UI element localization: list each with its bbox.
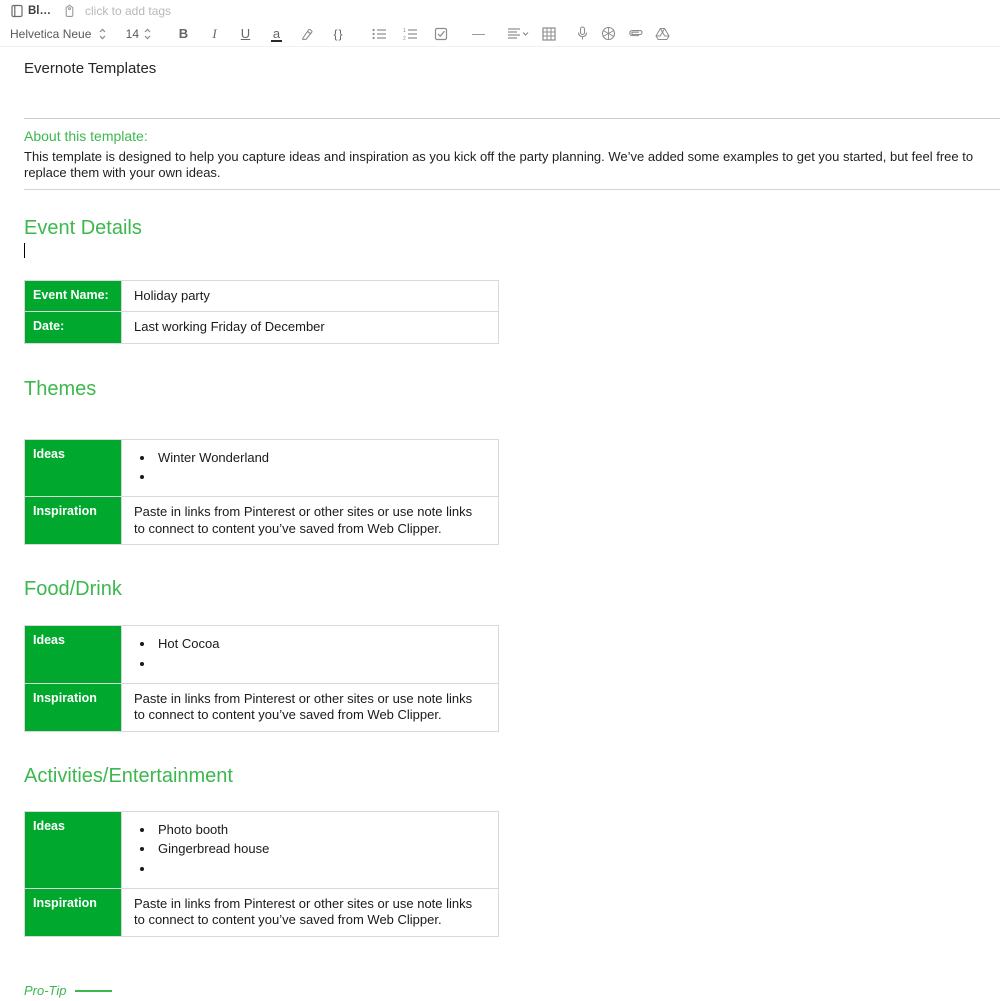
- font-family-value: Helvetica Neue: [10, 26, 92, 41]
- list-item[interactable]: Photo booth: [155, 822, 486, 839]
- add-tags-field[interactable]: click to add tags: [85, 4, 171, 18]
- font-size-select[interactable]: 14: [107, 27, 152, 41]
- section-heading-activities[interactable]: Activities/Entertainment: [24, 765, 1000, 788]
- inspiration-label-cell[interactable]: Inspiration: [24, 682, 122, 732]
- ideas-list: Photo booth Gingerbread house: [134, 822, 486, 878]
- list-item[interactable]: [155, 861, 486, 878]
- underline-button[interactable]: U: [238, 26, 253, 41]
- event-name-label-cell[interactable]: Event Name:: [24, 279, 122, 313]
- note-meta-bar: Bl… click to add tags: [0, 0, 1000, 21]
- align-left-icon[interactable]: [507, 27, 529, 40]
- divider: [24, 188, 1000, 190]
- camera-shutter-icon[interactable]: [601, 26, 616, 41]
- inspiration-value-cell[interactable]: Paste in links from Pinterest or other s…: [121, 495, 499, 546]
- highlighter-icon[interactable]: [300, 27, 315, 41]
- notebook-selector[interactable]: Bl…: [10, 4, 51, 18]
- formatting-toolbar: Helvetica Neue 14 B I U a {} 12 —: [0, 21, 1000, 47]
- event-name-value-cell[interactable]: Holiday party: [121, 279, 499, 313]
- ideas-list: Winter Wonderland: [134, 450, 486, 486]
- ideas-list: Hot Cocoa: [134, 636, 486, 672]
- tag-icon[interactable]: [63, 4, 76, 18]
- text-color-swatch: [271, 40, 282, 42]
- numbered-list-icon[interactable]: 12: [403, 28, 418, 40]
- horizontal-rule-button[interactable]: —: [472, 26, 485, 41]
- list-item[interactable]: Hot Cocoa: [155, 636, 486, 653]
- svg-text:2: 2: [403, 36, 406, 40]
- protip-rule: [74, 990, 112, 993]
- ideas-label-cell[interactable]: Ideas: [24, 625, 122, 684]
- italic-button[interactable]: I: [207, 26, 222, 42]
- microphone-icon[interactable]: [576, 26, 589, 41]
- table-row: Ideas Winter Wonderland: [24, 438, 499, 498]
- paperclip-icon[interactable]: [628, 26, 643, 41]
- font-family-select[interactable]: Helvetica Neue: [10, 27, 107, 41]
- table-row: Inspiration Paste in links from Pinteres…: [24, 887, 499, 937]
- ideas-label-cell[interactable]: Ideas: [24, 438, 122, 498]
- list-item[interactable]: [155, 656, 486, 673]
- google-drive-icon[interactable]: [655, 27, 670, 41]
- stepper-icon[interactable]: [143, 27, 152, 41]
- divider: [24, 118, 1000, 119]
- code-block-button[interactable]: {}: [331, 27, 346, 41]
- text-cursor: [24, 242, 25, 258]
- protip-heading: Pro-Tip: [24, 983, 1000, 998]
- ideas-value-cell[interactable]: Hot Cocoa: [121, 625, 499, 684]
- food-drink-table: Ideas Hot Cocoa Inspiration Paste in lin…: [24, 625, 499, 732]
- protip-label[interactable]: Pro-Tip: [24, 983, 67, 998]
- inspiration-value-cell[interactable]: Paste in links from Pinterest or other s…: [121, 682, 499, 732]
- font-size-value: 14: [125, 26, 139, 41]
- ideas-label-cell[interactable]: Ideas: [24, 810, 122, 889]
- stepper-icon[interactable]: [98, 27, 107, 41]
- inspiration-label-cell[interactable]: Inspiration: [24, 495, 122, 546]
- table-row: Inspiration Paste in links from Pinteres…: [24, 495, 499, 546]
- section-heading-themes[interactable]: Themes: [24, 378, 1000, 401]
- date-label-cell[interactable]: Date:: [24, 311, 122, 344]
- section-heading-event-details[interactable]: Event Details: [24, 217, 1000, 240]
- list-item[interactable]: Gingerbread house: [155, 841, 486, 858]
- checkbox-icon[interactable]: [434, 27, 448, 41]
- table-row: Inspiration Paste in links from Pinteres…: [24, 682, 499, 732]
- list-item[interactable]: Winter Wonderland: [155, 450, 486, 467]
- about-template-heading[interactable]: About this template:: [24, 128, 1000, 144]
- about-template-text[interactable]: This template is designed to help you ca…: [24, 149, 1000, 182]
- svg-text:1: 1: [403, 28, 406, 34]
- table-row: Date: Last working Friday of December: [24, 311, 499, 344]
- bullet-list-icon[interactable]: [372, 28, 387, 40]
- insert-table-icon[interactable]: [542, 26, 556, 41]
- text-color-label: a: [272, 26, 281, 41]
- note-editor: Evernote Templates About this template: …: [0, 60, 1000, 1001]
- notebook-icon: [10, 4, 24, 18]
- notebook-name[interactable]: Bl…: [28, 5, 51, 17]
- inspiration-label-cell[interactable]: Inspiration: [24, 887, 122, 937]
- note-title[interactable]: Evernote Templates: [24, 60, 1000, 77]
- date-value-cell[interactable]: Last working Friday of December: [121, 311, 499, 344]
- section-heading-food-drink[interactable]: Food/Drink: [24, 578, 1000, 601]
- table-row: Ideas Photo booth Gingerbread house: [24, 810, 499, 889]
- ideas-value-cell[interactable]: Winter Wonderland: [121, 438, 499, 498]
- text-color-button[interactable]: a: [269, 26, 284, 42]
- bold-button[interactable]: B: [176, 26, 191, 41]
- ideas-value-cell[interactable]: Photo booth Gingerbread house: [121, 810, 499, 889]
- table-row: Ideas Hot Cocoa: [24, 625, 499, 684]
- activities-table: Ideas Photo booth Gingerbread house Insp…: [24, 810, 499, 937]
- event-details-table: Event Name: Holiday party Date: Last wor…: [24, 279, 499, 344]
- list-item[interactable]: [155, 469, 486, 486]
- themes-table: Ideas Winter Wonderland Inspiration Past…: [24, 438, 499, 546]
- inspiration-value-cell[interactable]: Paste in links from Pinterest or other s…: [121, 887, 499, 937]
- table-row: Event Name: Holiday party: [24, 279, 499, 313]
